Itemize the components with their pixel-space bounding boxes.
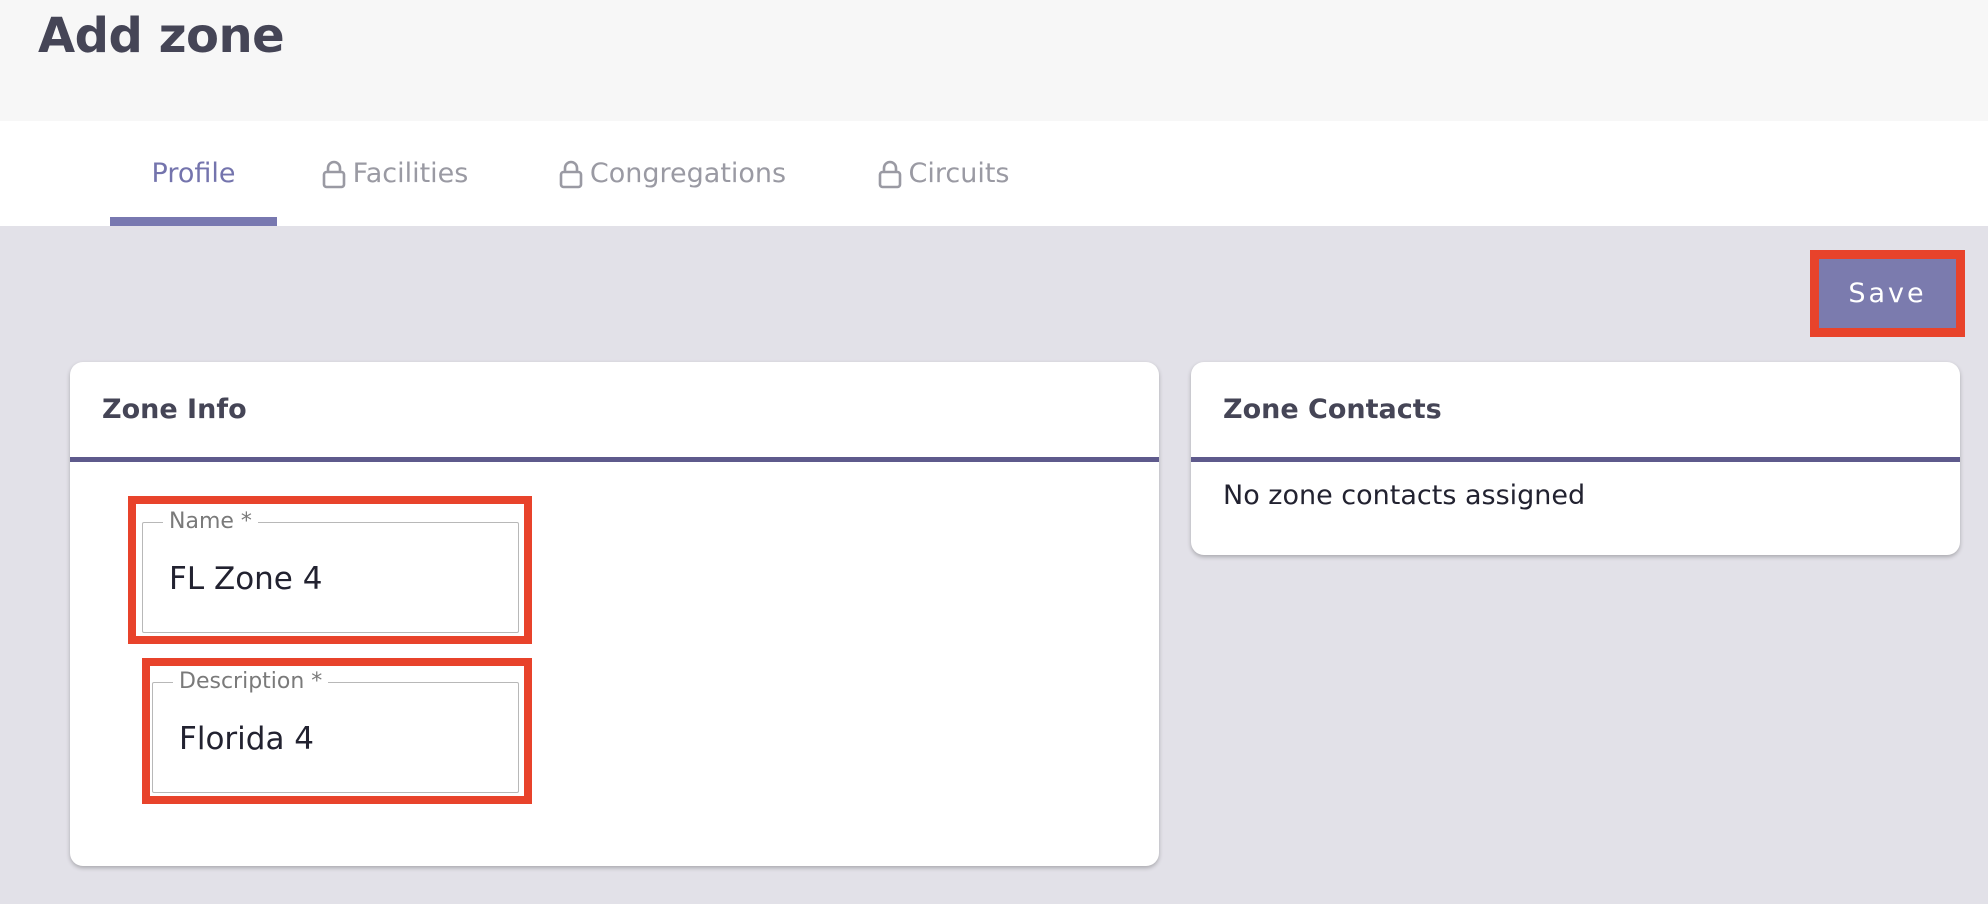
tab-facilities[interactable]: Facilities [312, 121, 477, 226]
name-field-label: Name * [163, 509, 258, 535]
description-field[interactable]: Description * [152, 669, 519, 793]
name-input[interactable] [169, 561, 509, 597]
tab-circuits[interactable]: Circuits [870, 121, 1016, 226]
page-title: Add zone [38, 8, 285, 64]
lock-icon [878, 160, 901, 188]
zone-info-title: Zone Info [70, 362, 1159, 462]
tab-label: Profile [151, 158, 236, 189]
tab-congregations[interactable]: Congregations [547, 121, 797, 226]
tab-profile[interactable]: Profile [110, 121, 277, 226]
page-header: Add zone [0, 0, 1988, 121]
lock-icon [322, 160, 345, 188]
save-button[interactable]: Save [1819, 259, 1956, 328]
tab-bar: Profile Facilities Congregations Circuit… [0, 121, 1988, 226]
tab-label: Congregations [589, 158, 787, 189]
lock-icon [559, 160, 583, 188]
description-field-label: Description * [173, 669, 329, 695]
zone-contacts-card: Zone Contacts No zone contacts assigned [1191, 362, 1960, 555]
tab-label: Facilities [352, 158, 469, 189]
description-input[interactable] [179, 721, 519, 757]
zone-contacts-title: Zone Contacts [1191, 362, 1960, 462]
zone-info-card: Zone Info Name * Description * [70, 362, 1159, 866]
name-field[interactable]: Name * [142, 509, 519, 633]
tab-label: Circuits [908, 158, 1010, 189]
zone-contacts-empty-text: No zone contacts assigned [1223, 480, 1586, 511]
